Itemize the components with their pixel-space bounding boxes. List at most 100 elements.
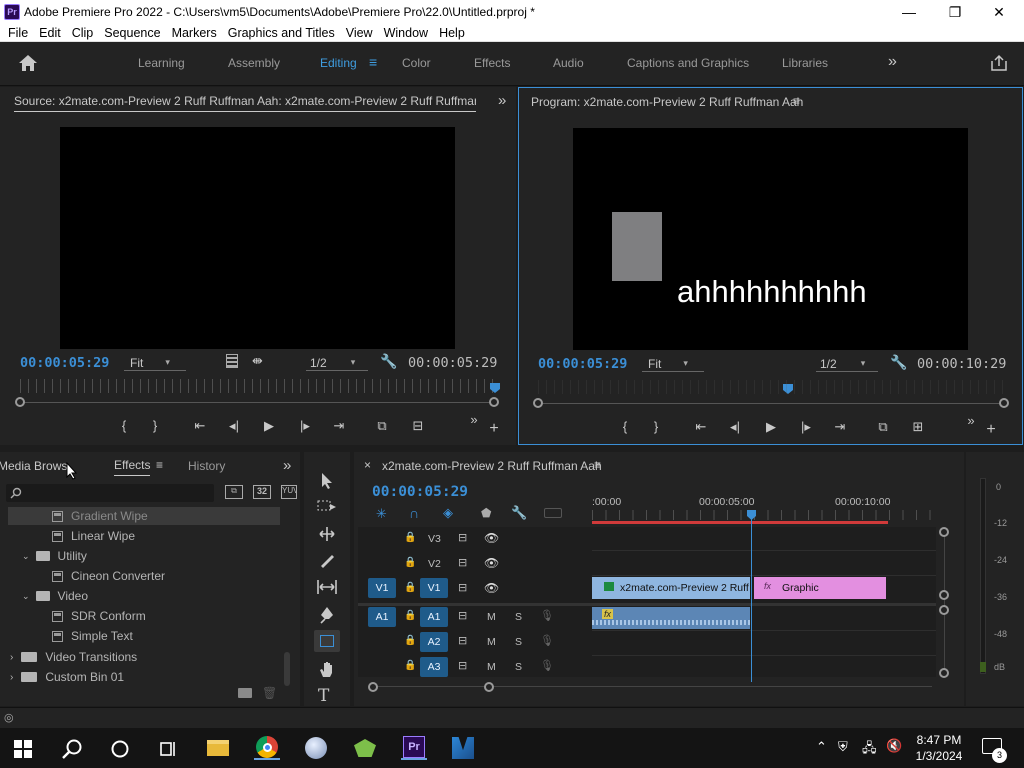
source-zoom-handle-right[interactable] <box>489 397 499 407</box>
workspace-tab-learning[interactable]: Learning <box>138 56 185 70</box>
linked-selection-icon[interactable]: ◈ <box>443 505 453 521</box>
security-icon[interactable]: ⛨ <box>838 739 848 755</box>
rectangle-tool-button[interactable] <box>314 630 340 652</box>
source-monitor-title[interactable]: Source: x2mate.com-Preview 2 Ruff Ruffma… <box>14 94 476 112</box>
add-marker-icon[interactable]: ⬟ <box>481 506 491 520</box>
network-icon[interactable]: 🖧 <box>862 739 877 761</box>
mute-button[interactable]: M <box>487 611 496 623</box>
program-zoom-handle-right[interactable] <box>999 398 1009 408</box>
track-select-tool-icon[interactable] <box>317 498 337 514</box>
timeline-playhead-timecode[interactable]: 00:00:05:29 <box>372 484 468 500</box>
effects-panel-menu-icon[interactable]: ≡ <box>156 458 163 472</box>
workspace-tab-effects[interactable]: Effects <box>474 56 510 70</box>
tree-item-sdr-conform[interactable]: SDR Conform <box>52 609 146 623</box>
program-controls-more-icon[interactable]: » <box>961 413 981 428</box>
workspace-tab-audio[interactable]: Audio <box>553 56 584 70</box>
sync-lock-icon[interactable]: ⊟ <box>458 531 467 544</box>
video-clip-v1[interactable]: x2mate.com-Preview 2 Ruff Ruf <box>592 577 750 599</box>
program-panel-menu-icon[interactable]: ≡ <box>793 94 800 108</box>
graphic-clip-v1[interactable]: fx Graphic <box>754 577 886 599</box>
mark-out-button[interactable]: } <box>646 419 666 434</box>
nest-sequences-icon[interactable]: ✳ <box>376 506 387 522</box>
effects-scrollbar[interactable] <box>284 652 290 686</box>
trash-icon[interactable]: 🗑 <box>262 686 277 700</box>
wrench-icon[interactable]: 🔧 <box>890 354 907 371</box>
program-monitor-title[interactable]: Program: x2mate.com-Preview 2 Ruff Ruffm… <box>531 95 803 109</box>
windows-start-icon[interactable] <box>14 740 32 758</box>
chevron-up-icon[interactable]: ⌃ <box>816 739 827 755</box>
program-viewer[interactable]: ahhhhhhhhhh <box>573 128 968 350</box>
program-add-button-icon[interactable]: + <box>981 421 1001 439</box>
menu-clip[interactable]: Clip <box>72 26 94 40</box>
play-button[interactable]: ▶ <box>259 418 279 434</box>
source-add-button-icon[interactable]: + <box>484 420 504 438</box>
chevron-down-icon[interactable]: ⌄ <box>22 591 30 602</box>
timeline-horizontal-zoom-bar[interactable] <box>372 686 932 687</box>
lock-icon[interactable]: 🔒 <box>404 582 416 593</box>
workspace-tab-captions-and-graphics[interactable]: Captions and Graphics <box>627 56 749 70</box>
solo-button[interactable]: S <box>515 661 522 673</box>
lock-icon[interactable]: 🔒 <box>404 557 416 568</box>
lift-button[interactable]: ⧉ <box>873 419 893 435</box>
chrome-icon[interactable] <box>254 736 280 760</box>
tree-item-simple-text[interactable]: Simple Text <box>52 629 133 643</box>
timeline-zoom-handle-right[interactable] <box>484 682 494 692</box>
go-to-in-button[interactable]: ⇤ <box>691 419 711 435</box>
chevron-down-icon[interactable]: ⌄ <box>22 551 30 562</box>
source-more-icon[interactable]: » <box>498 92 506 109</box>
track-target-a1[interactable]: A1 <box>420 607 448 627</box>
microphone-icon[interactable]: 🎙 <box>540 609 554 622</box>
ripple-edit-tool-icon[interactable] <box>317 526 337 542</box>
tab-media-browser[interactable]: Media Browser <box>0 459 68 473</box>
settings-filmstrip-icon[interactable] <box>226 354 238 368</box>
audio-scroll-handle-bottom[interactable] <box>939 668 949 678</box>
audio-scroll-handle-top[interactable] <box>939 605 949 615</box>
file-explorer-icon[interactable] <box>205 736 231 760</box>
source-fit-dropdown[interactable]: Fit ▾ <box>124 355 186 371</box>
eye-icon[interactable]: 👁 <box>484 531 499 545</box>
audio-clip-a1[interactable]: fx <box>592 607 750 629</box>
timeline-panel-menu-icon[interactable]: ≡ <box>594 458 601 472</box>
app-editor-icon[interactable] <box>450 736 476 760</box>
workspace-menu-icon[interactable]: ≡ <box>369 54 377 70</box>
hand-tool-icon[interactable] <box>318 660 336 678</box>
effects-more-icon[interactable]: » <box>283 457 291 474</box>
app-gem-icon[interactable] <box>352 736 378 760</box>
sync-lock-icon[interactable]: ⊟ <box>458 556 467 569</box>
program-fit-dropdown[interactable]: Fit ▾ <box>642 356 704 372</box>
tab-history[interactable]: History <box>188 459 225 473</box>
task-view-icon[interactable] <box>158 739 178 759</box>
source-resolution-dropdown[interactable]: 1/2 ▾ <box>306 355 368 371</box>
timeline-time-ruler[interactable] <box>592 510 932 520</box>
track-target-a3[interactable]: A3 <box>420 657 448 677</box>
home-icon[interactable] <box>18 54 38 72</box>
program-zoom-handle-left[interactable] <box>533 398 543 408</box>
step-back-button[interactable]: ◂| <box>224 418 244 434</box>
app-globe-icon[interactable] <box>303 736 329 760</box>
timeline-tab-title[interactable]: x2mate.com-Preview 2 Ruff Ruffman Aah <box>382 459 602 473</box>
sync-lock-icon[interactable]: ⊟ <box>458 581 467 594</box>
work-area-bar[interactable] <box>592 521 888 524</box>
workspace-more-icon[interactable]: » <box>888 53 897 71</box>
source-controls-more-icon[interactable]: » <box>464 412 484 427</box>
mark-out-button[interactable]: } <box>145 418 165 433</box>
play-button[interactable]: ▶ <box>761 419 781 435</box>
program-time-ruler[interactable] <box>538 380 1003 394</box>
selection-tool-icon[interactable] <box>320 472 334 490</box>
source-playhead-timecode[interactable]: 00:00:05:29 <box>20 355 109 371</box>
tree-item-video[interactable]: ⌄ Video <box>22 589 88 603</box>
timeline-close-icon[interactable]: × <box>364 458 371 472</box>
microphone-icon[interactable]: 🎙 <box>540 634 554 647</box>
lock-icon[interactable]: 🔒 <box>404 635 416 646</box>
source-zoom-bar[interactable] <box>20 402 495 403</box>
step-forward-button[interactable]: |▸ <box>796 419 816 435</box>
workspace-tab-assembly[interactable]: Assembly <box>228 56 280 70</box>
timeline-zoom-handle-left[interactable] <box>368 682 378 692</box>
video-scroll-handle-bottom[interactable] <box>939 590 949 600</box>
snap-magnet-icon[interactable]: ∩ <box>409 505 419 521</box>
go-to-out-button[interactable]: ⇥ <box>830 419 850 435</box>
source-patch-a1[interactable]: A1 <box>368 607 396 627</box>
pen-tool-icon[interactable] <box>318 606 336 624</box>
timeline-settings-wrench-icon[interactable]: 🔧 <box>511 505 527 521</box>
source-patch-v1[interactable]: V1 <box>368 578 396 598</box>
